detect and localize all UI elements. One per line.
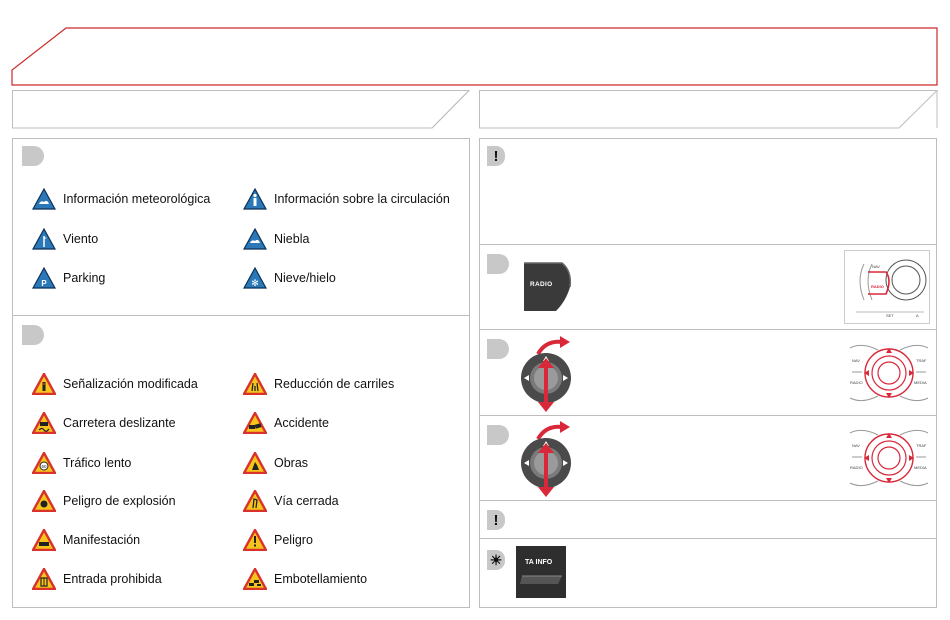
warning-item: 60 Tráfico lento xyxy=(32,452,131,474)
console-label-radio: RADIO xyxy=(871,284,884,289)
traffic-info-icon xyxy=(243,188,267,210)
step-bullet xyxy=(487,254,509,274)
right-divider xyxy=(480,538,936,539)
ta-info-button-image: TA INFO xyxy=(516,546,566,598)
left-panel-divider xyxy=(13,315,469,316)
rotary-knob-image xyxy=(516,334,576,412)
warning-item: Carretera deslizante xyxy=(32,412,176,434)
warning-item: Manifestación xyxy=(32,529,140,551)
console-label-traf: TRAF xyxy=(916,443,927,448)
warning-item: Accidente xyxy=(243,412,329,434)
warning-item: Peligro de explosión xyxy=(32,490,176,512)
left-section-header xyxy=(12,90,471,129)
info-item: ✻ Nieve/hielo xyxy=(243,267,336,289)
modified-signals-icon xyxy=(32,373,56,395)
info-item-label: Información sobre la circulación xyxy=(274,192,450,206)
info-item: P Parking xyxy=(32,267,105,289)
info-item: Información meteorológica xyxy=(32,188,210,210)
info-item: Niebla xyxy=(243,228,309,250)
slippery-road-icon xyxy=(32,412,56,434)
info-item: Viento xyxy=(32,228,98,250)
warning-item-label: Manifestación xyxy=(63,533,141,547)
warning-item-label: Obras xyxy=(274,456,309,470)
warning-item-label: Entrada prohibida xyxy=(63,572,162,586)
console-diagram: NAV RADIO SET A xyxy=(844,250,930,324)
info-item-label: Parking xyxy=(63,271,106,285)
tip-icon: ☀ xyxy=(487,550,505,570)
warning-item-label: Vía cerrada xyxy=(274,494,339,508)
traffic-jam-icon xyxy=(243,568,267,590)
section-bullet-warnings xyxy=(22,325,44,345)
warning-item-label: Tráfico lento xyxy=(63,456,132,470)
info-item-label: Nieve/hielo xyxy=(274,271,336,285)
warning-item: Señalización modificada xyxy=(32,373,198,395)
console-label-nav: NAV xyxy=(872,264,880,269)
fog-icon xyxy=(243,228,267,250)
info-item-label: Viento xyxy=(63,232,99,246)
warning-item-label: Peligro xyxy=(274,533,313,547)
warning-item-label: Embotellamiento xyxy=(274,572,368,586)
warning-item: Reducción de carriles xyxy=(243,373,394,395)
console-label-set: SET xyxy=(886,313,894,318)
weather-info-icon xyxy=(32,188,56,210)
warning-item-label: Peligro de explosión xyxy=(63,494,176,508)
info-item-label: Información meteorológica xyxy=(63,192,211,206)
console-label-media: MEDIA xyxy=(914,465,927,470)
svg-text:60: 60 xyxy=(41,464,47,469)
danger-icon xyxy=(243,529,267,551)
right-divider xyxy=(480,244,936,245)
info-item: Información sobre la circulación xyxy=(243,188,450,210)
info-item-label: Niebla xyxy=(274,232,310,246)
warning-item-label: Reducción de carriles xyxy=(274,377,395,391)
console-label-media: MEDIA xyxy=(914,380,927,385)
warning-item: Obras xyxy=(243,452,308,474)
radio-button-label: RADIO xyxy=(530,281,553,288)
step-bullet xyxy=(487,339,509,359)
snow-ice-icon: ✻ xyxy=(243,267,267,289)
warning-item: Peligro xyxy=(243,529,313,551)
ta-info-label: TA INFO xyxy=(525,559,553,566)
top-header-band xyxy=(11,27,938,86)
warning-note-icon: ! xyxy=(487,146,505,166)
warning-note-icon: ! xyxy=(487,510,505,530)
right-divider xyxy=(480,500,936,501)
warning-item: Vía cerrada xyxy=(243,490,339,512)
console-diagram: NAV TRAF RADIO MEDIA xyxy=(848,338,930,408)
parking-icon: P xyxy=(32,267,56,289)
warning-item-label: Señalización modificada xyxy=(63,377,198,391)
right-divider xyxy=(480,415,936,416)
step-bullet xyxy=(487,425,509,445)
console-label-radio: RADIO xyxy=(850,380,863,385)
right-divider xyxy=(480,329,936,330)
slow-traffic-icon: 60 xyxy=(32,452,56,474)
svg-text:P: P xyxy=(41,279,47,288)
right-section-header xyxy=(479,90,939,129)
warning-item-label: Carretera deslizante xyxy=(63,416,176,430)
rotary-knob-image xyxy=(516,419,576,497)
section-bullet-info xyxy=(22,146,44,166)
console-diagram: NAV TRAF RADIO MEDIA xyxy=(848,423,930,493)
wind-icon xyxy=(32,228,56,250)
console-label-nav: NAV xyxy=(852,358,860,363)
console-label-a: A xyxy=(916,313,919,318)
svg-text:✻: ✻ xyxy=(251,279,259,289)
warning-item: Entrada prohibida xyxy=(32,568,162,590)
warning-item: Embotellamiento xyxy=(243,568,367,590)
demonstration-icon xyxy=(32,529,56,551)
accident-icon xyxy=(243,412,267,434)
console-label-traf: TRAF xyxy=(916,358,927,363)
warning-item-label: Accidente xyxy=(274,416,329,430)
console-label-nav: NAV xyxy=(852,443,860,448)
roadworks-icon xyxy=(243,452,267,474)
lane-reduction-icon xyxy=(243,373,267,395)
explosion-hazard-icon xyxy=(32,490,56,512)
radio-button-image: RADIO xyxy=(520,257,576,313)
console-label-radio: RADIO xyxy=(850,465,863,470)
no-entry-icon xyxy=(32,568,56,590)
road-closed-icon xyxy=(243,490,267,512)
